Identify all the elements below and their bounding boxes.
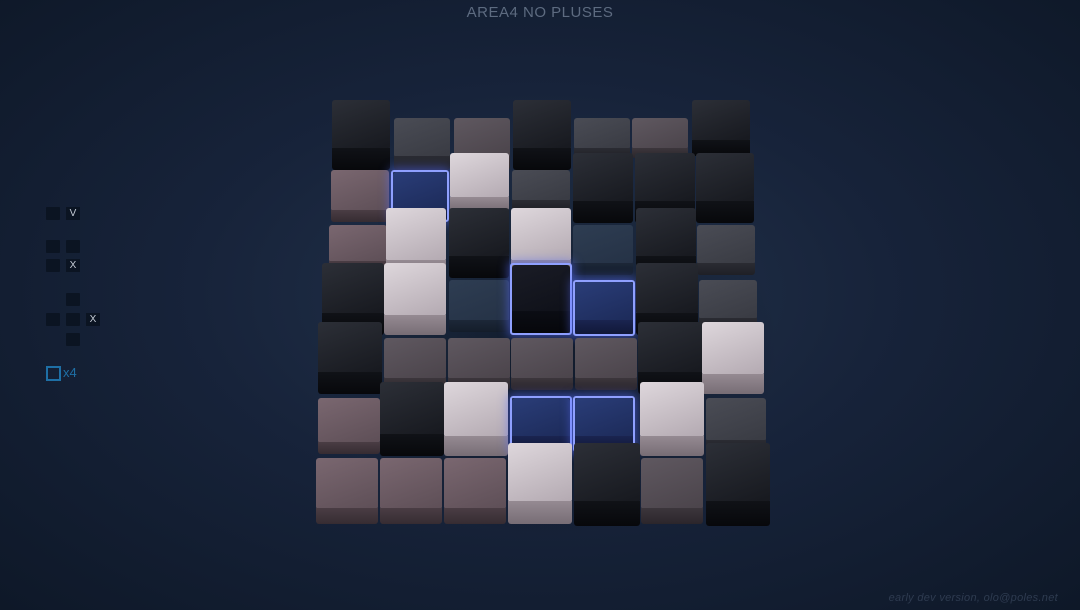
cube[interactable] (316, 458, 378, 524)
cube[interactable] (575, 338, 637, 390)
game-board (0, 0, 1080, 610)
cube[interactable] (449, 280, 509, 332)
cube[interactable] (444, 382, 508, 456)
cube[interactable] (508, 443, 572, 524)
cube[interactable] (331, 170, 389, 222)
cube-highlighted[interactable] (510, 263, 572, 335)
cube[interactable] (384, 263, 446, 335)
cube[interactable] (697, 225, 755, 275)
cube[interactable] (513, 100, 571, 170)
cube[interactable] (574, 118, 630, 158)
cube[interactable] (394, 118, 450, 170)
cube[interactable] (641, 458, 703, 524)
cube[interactable] (318, 398, 380, 454)
cube[interactable] (692, 100, 750, 156)
cube[interactable] (632, 118, 688, 158)
cube[interactable] (449, 208, 509, 278)
cube[interactable] (512, 170, 570, 210)
cube[interactable] (332, 100, 390, 170)
cube[interactable] (380, 458, 442, 524)
cube[interactable] (511, 338, 573, 390)
cube[interactable] (706, 443, 770, 526)
cube[interactable] (444, 458, 506, 524)
version-footer: early dev version, olo@poles.net (888, 592, 1058, 604)
cube[interactable] (318, 322, 382, 394)
cube[interactable] (450, 153, 509, 211)
cube[interactable] (574, 443, 640, 526)
cube[interactable] (573, 225, 633, 275)
cube[interactable] (696, 153, 754, 223)
cube-highlighted[interactable] (573, 280, 635, 336)
cube[interactable] (573, 153, 633, 223)
cube[interactable] (702, 322, 764, 394)
cube[interactable] (380, 382, 444, 456)
cube[interactable] (640, 382, 704, 456)
